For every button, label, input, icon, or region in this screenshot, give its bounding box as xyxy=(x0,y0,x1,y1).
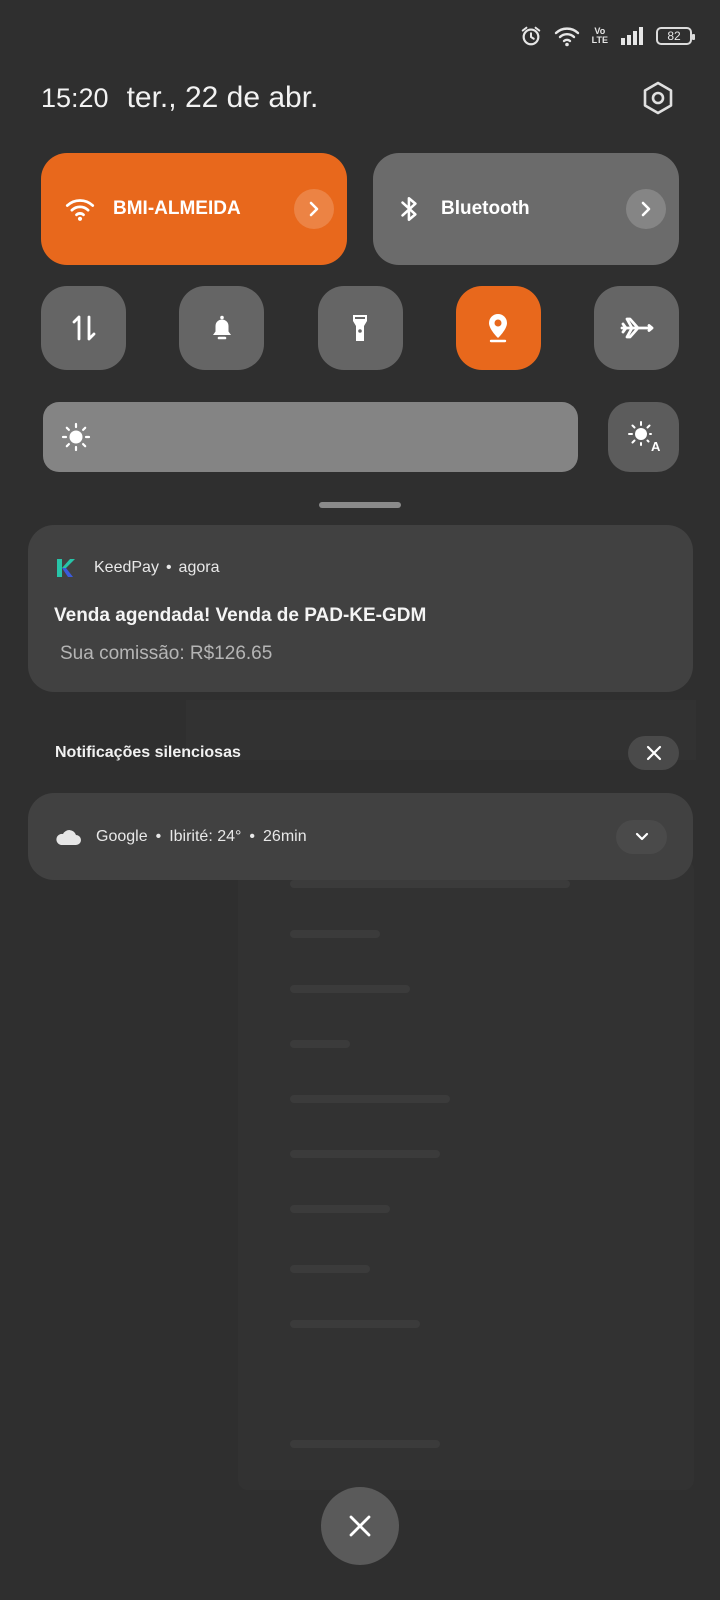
sun-icon xyxy=(61,422,91,452)
mobile-data-toggle[interactable] xyxy=(41,286,126,370)
volte-icon: Vo LTE xyxy=(592,27,608,45)
brightness-slider[interactable] xyxy=(43,402,578,472)
cloud-icon xyxy=(56,829,81,845)
bluetooth-expand-button[interactable] xyxy=(626,189,666,229)
notification-app-name: KeedPay xyxy=(94,559,159,576)
wifi-icon xyxy=(65,199,95,221)
separator-dot: • xyxy=(155,827,162,845)
chevron-right-icon xyxy=(641,201,651,217)
keedpay-logo-icon xyxy=(57,559,75,577)
wifi-tile[interactable]: BMI-ALMEIDA xyxy=(41,153,347,265)
battery-level: 82 xyxy=(667,29,681,43)
wifi-expand-button[interactable] xyxy=(294,189,334,229)
volte-bottom-text: LTE xyxy=(591,35,608,45)
settings-button[interactable] xyxy=(636,76,680,120)
notification-header: KeedPay • agora xyxy=(54,557,667,579)
airplane-icon xyxy=(620,317,653,339)
date-label[interactable]: ter., 22 de abr. xyxy=(127,81,319,115)
gear-icon xyxy=(643,81,673,115)
silent-notifications-header: Notificações silenciosas xyxy=(55,736,679,770)
location-toggle[interactable] xyxy=(455,286,541,370)
sound-toggle[interactable] xyxy=(179,286,265,370)
data-arrows-icon xyxy=(72,315,95,341)
notification-title: Venda agendada! Venda de PAD-KE-GDM xyxy=(54,605,427,626)
chevron-right-icon xyxy=(309,201,319,217)
auto-brightness-button[interactable]: A xyxy=(608,402,679,472)
notification-text: Sua comissão: R$126.65 xyxy=(60,643,273,664)
expand-notification-button[interactable] xyxy=(616,819,667,854)
notification-time: agora xyxy=(178,559,220,576)
bluetooth-icon xyxy=(401,197,417,221)
panel-drag-handle[interactable] xyxy=(319,502,401,508)
svg-text:A: A xyxy=(651,439,661,454)
close-icon xyxy=(646,745,661,761)
bluetooth-tile-label: Bluetooth xyxy=(441,198,530,219)
chevron-down-icon xyxy=(635,832,648,840)
clear-silent-button[interactable] xyxy=(628,736,679,770)
wifi-tile-label: BMI-ALMEIDA xyxy=(113,198,241,219)
airplane-mode-toggle[interactable] xyxy=(594,286,679,370)
panel-header: 15:20 ter., 22 de abr. xyxy=(41,76,680,120)
battery-indicator: 82 xyxy=(656,27,695,45)
bell-icon xyxy=(212,315,231,340)
separator-dot: • xyxy=(165,559,172,576)
google-app-name: Google xyxy=(96,827,148,845)
quick-toggles xyxy=(41,286,679,370)
location-pin-icon xyxy=(489,314,508,343)
google-weather-notification[interactable]: Google • Ibirité: 24° • 26min xyxy=(28,793,693,880)
alarm-icon xyxy=(521,26,540,46)
wifi-icon xyxy=(554,27,579,47)
status-bar: Vo LTE 82 xyxy=(520,22,695,50)
bluetooth-tile[interactable]: Bluetooth xyxy=(373,153,679,265)
auto-brightness-icon: A xyxy=(627,421,661,454)
flashlight-toggle[interactable] xyxy=(317,286,403,370)
silent-notifications-label: Notificações silenciosas xyxy=(55,744,241,761)
signal-icon xyxy=(621,27,643,45)
clear-all-notifications-button[interactable] xyxy=(321,1487,399,1565)
close-icon xyxy=(349,1515,371,1537)
flashlight-icon xyxy=(353,315,367,341)
separator-dot: • xyxy=(249,827,256,845)
google-notification-time: 26min xyxy=(263,827,307,845)
keedpay-notification[interactable]: KeedPay • agora Venda agendada! Venda de… xyxy=(28,525,693,692)
clock: 15:20 xyxy=(41,82,109,113)
google-weather-text: Ibirité: 24° xyxy=(169,827,242,845)
